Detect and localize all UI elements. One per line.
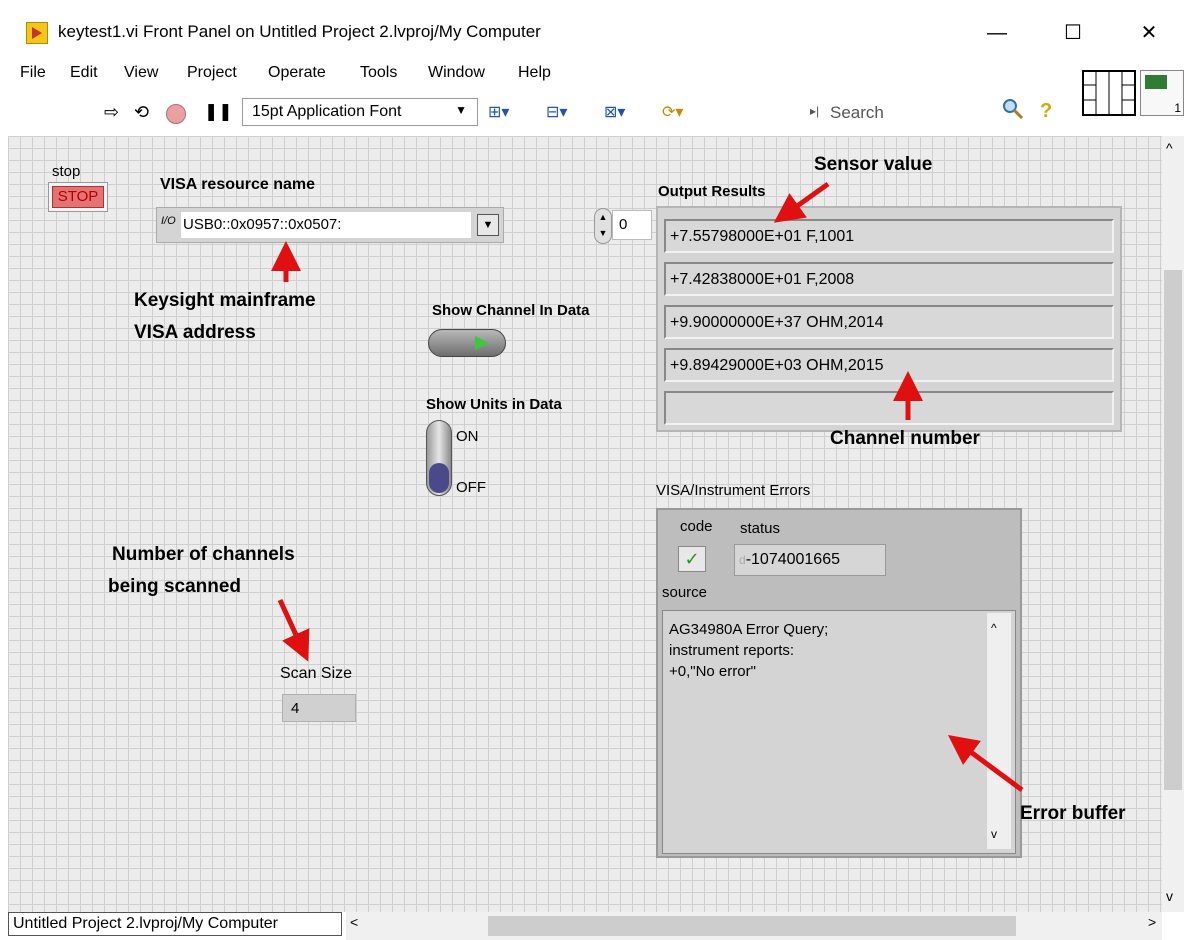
project-path: Untitled Project 2.lvproj/My Computer	[8, 912, 342, 936]
annotation-arrows	[271, 181, 1024, 793]
scroll-right-icon[interactable]: >	[1148, 914, 1156, 930]
error-buffer-arrow	[947, 735, 1024, 793]
num-channels-arrow	[277, 598, 310, 662]
scroll-left-icon[interactable]: <	[350, 914, 358, 930]
sensor-value-arrow	[773, 181, 830, 223]
horizontal-scrollbar-thumb[interactable]	[488, 916, 1016, 936]
